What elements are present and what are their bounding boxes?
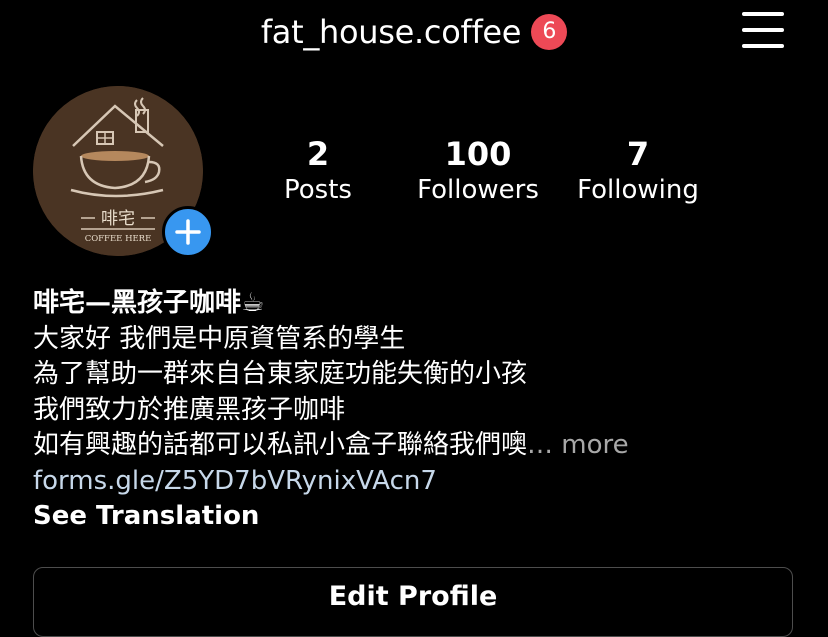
add-story-button[interactable]: [162, 206, 214, 258]
notification-badge: 6: [531, 14, 568, 50]
logo-text-cn: 啡宅: [101, 209, 135, 229]
stat-followers-count: 100: [444, 135, 512, 173]
stat-posts-count: 2: [306, 135, 330, 173]
stat-posts[interactable]: 2 Posts: [238, 134, 398, 208]
plus-icon: [175, 219, 201, 245]
bio-line-4: 如有興趣的話都可以私訊小盒子聯絡我們噢… more: [33, 428, 813, 464]
see-translation-button[interactable]: See Translation: [33, 499, 813, 535]
hamburger-menu-icon[interactable]: [742, 12, 784, 48]
stat-following-count: 7: [626, 135, 650, 173]
menu-bar-bottom: [742, 44, 784, 48]
bio-line-1: 大家好 我們是中原資管系的學生: [33, 323, 406, 354]
profile-bio: 啡宅—黑孩子咖啡☕ 大家好 我們是中原資管系的學生 為了幫助一群來自台東家庭功能…: [33, 286, 813, 535]
bio-more-link[interactable]: … more: [527, 430, 629, 460]
stat-following[interactable]: 7 Following: [558, 134, 718, 208]
stat-posts-label: Posts: [284, 175, 352, 205]
menu-bar-middle: [742, 28, 784, 32]
stat-following-label: Following: [577, 175, 699, 205]
bio-website-link[interactable]: forms.gle/Z5YD7bVRynixVAcn7: [33, 464, 813, 500]
bio-line-3: 我們致力於推廣黑孩子咖啡: [33, 394, 346, 425]
username-title: fat_house.coffee: [260, 13, 522, 51]
bio-line-4-text: 如有興趣的話都可以私訊小盒子聯絡我們噢: [33, 430, 528, 460]
edit-profile-button[interactable]: Edit Profile: [33, 567, 793, 637]
menu-bar-top: [742, 12, 784, 16]
bio-line-2: 為了幫助一群來自台東家庭功能失衡的小孩: [33, 359, 528, 389]
username-switcher[interactable]: fat_house.coffee 6: [260, 8, 568, 56]
stat-followers-label: Followers: [417, 175, 539, 205]
bio-name: 啡宅—黑孩子咖啡☕: [33, 288, 265, 318]
profile-header: fat_house.coffee 6: [0, 8, 828, 56]
logo-text-en: COFFEE HERE: [85, 234, 152, 244]
stat-followers[interactable]: 100 Followers: [398, 134, 558, 208]
